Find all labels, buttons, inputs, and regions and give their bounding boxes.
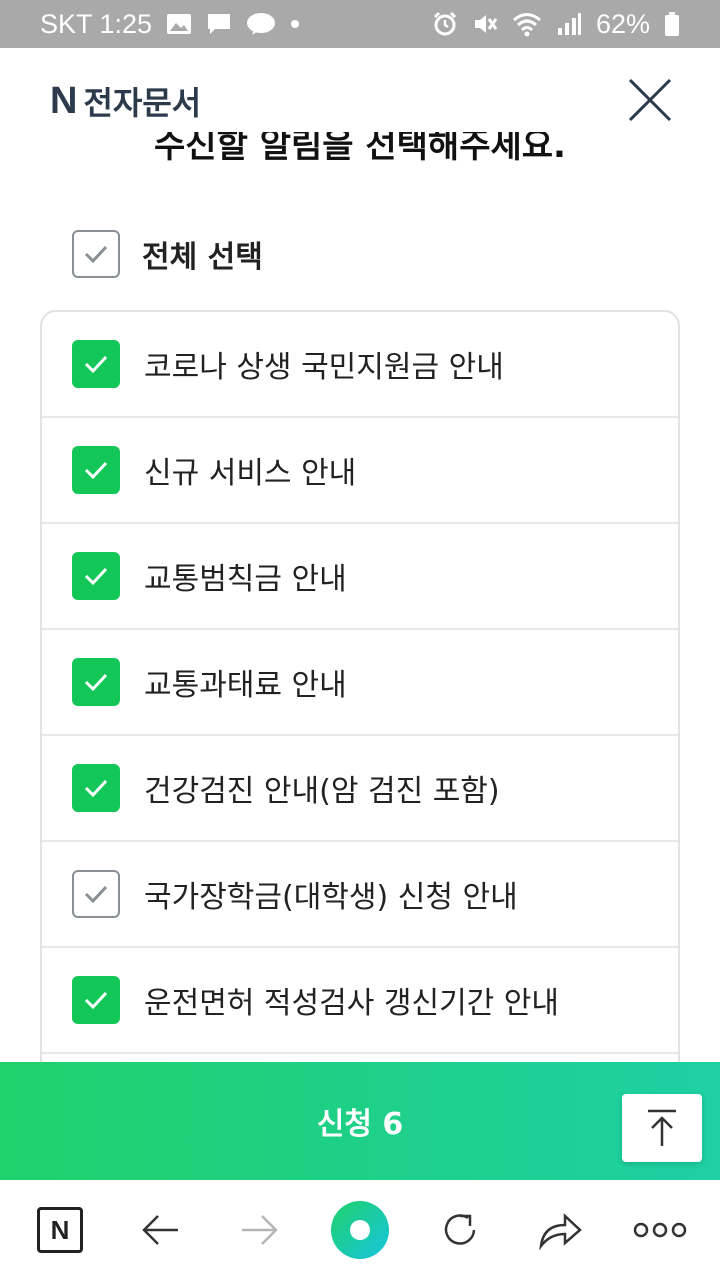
check-icon [84,991,108,1010]
home-button[interactable]: N [30,1200,90,1260]
item-label: 교통범칙금 안내 [144,562,347,597]
share-icon [539,1213,582,1250]
item-checkbox[interactable] [72,340,120,388]
page-title: 전자문서 [83,84,202,122]
refresh-icon [444,1214,476,1245]
item-checkbox[interactable] [72,446,120,494]
check-icon [84,779,108,798]
list-item[interactable]: 운전면허 적성검사 갱신기간 안내 [42,948,678,1054]
select-all-checkbox[interactable] [72,230,120,278]
talk-icon [246,12,276,36]
wifi-icon [512,11,542,37]
select-all-row[interactable]: 전체 선택 [72,230,263,278]
item-label: 교통과태료 안내 [144,668,347,703]
check-icon [84,461,108,480]
section-heading: 수신할 알림을 선택해주세요. [0,132,720,176]
alarm-icon [432,11,458,37]
check-icon [84,355,108,374]
heading-text: 수신할 알림을 선택해주세요. [154,132,566,166]
check-icon [84,673,108,692]
list-item[interactable]: 신규 서비스 안내 [42,418,678,524]
check-icon [84,885,108,904]
notification-list[interactable]: 코로나 상생 국민지원금 안내 신규 서비스 안내 교통범칙금 안내 교통과태료… [40,310,680,1090]
naver-logo: N [50,79,78,122]
scroll-top-button[interactable] [622,1094,702,1162]
share-button[interactable] [530,1200,590,1260]
refresh-button[interactable] [430,1200,490,1260]
item-label: 국가장학금(대학생) 신청 안내 [144,880,518,915]
item-checkbox[interactable] [72,764,120,812]
check-icon [84,567,108,586]
more-button[interactable] [630,1200,690,1260]
item-checkbox[interactable] [72,552,120,600]
back-button[interactable] [130,1200,190,1260]
forward-button[interactable] [230,1200,290,1260]
green-dot-button[interactable] [330,1200,390,1260]
mute-icon [472,11,498,37]
brand: N 전자문서 [50,78,201,124]
item-checkbox[interactable] [72,976,120,1024]
close-button[interactable] [624,74,676,126]
battery-icon [664,11,680,37]
message-icon [206,12,232,36]
list-item[interactable]: 국가장학금(대학생) 신청 안내 [42,842,678,948]
arrow-left-icon [142,1215,178,1245]
item-checkbox[interactable] [72,658,120,706]
check-icon [84,245,108,264]
carrier-time: SKT 1:25 [40,8,153,39]
status-bar: SKT 1:25 62% [0,0,720,48]
item-label: 신규 서비스 안내 [144,456,357,491]
list-item[interactable]: 교통범칙금 안내 [42,524,678,630]
list-item[interactable]: 교통과태료 안내 [42,630,678,736]
battery-percent: 62% [595,8,650,39]
item-label: 건강검진 안내(암 검진 포함) [144,774,500,809]
more-icon [633,1222,687,1238]
apply-count: 6 [382,1107,404,1142]
naver-home-icon: N [37,1207,83,1253]
apply-label-text: 신청 [316,1107,372,1142]
select-all-label: 전체 선택 [142,240,263,275]
item-label: 운전면허 적성검사 갱신기간 안내 [144,986,560,1021]
item-label: 코로나 상생 국민지원금 안내 [144,350,504,385]
apply-button[interactable]: 신청 6 [0,1062,720,1180]
list-item[interactable]: 건강검진 안내(암 검진 포함) [42,736,678,842]
close-icon [628,78,672,122]
browser-nav: N [0,1180,720,1280]
arrow-up-icon [648,1109,676,1146]
signal-icon [556,12,582,36]
apply-label: 신청 6 [317,1099,404,1143]
gallery-icon [166,13,192,35]
arrow-right-icon [242,1215,278,1245]
item-checkbox[interactable] [72,870,120,918]
green-dot-icon [331,1201,389,1259]
list-item[interactable]: 코로나 상생 국민지원금 안내 [42,312,678,418]
dot-icon [290,19,300,29]
